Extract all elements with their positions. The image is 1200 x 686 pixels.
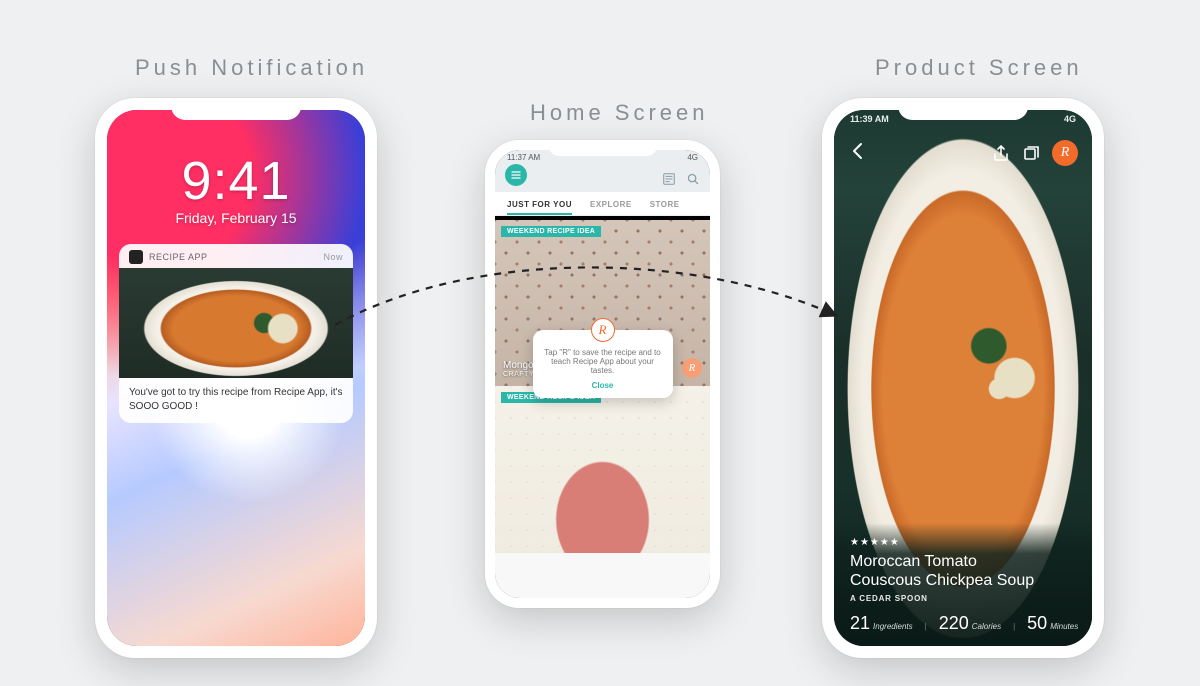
heading-product-screen: Product Screen [875, 55, 1083, 81]
tab-explore[interactable]: EXPLORE [590, 200, 632, 209]
status-time: 11:37 AM [507, 153, 540, 162]
back-arrow-icon[interactable] [848, 141, 868, 161]
meta-minutes-n: 50 [1027, 613, 1047, 633]
app-icon [129, 250, 143, 264]
recipe-tag-1: WEEKEND RECIPE IDEA [501, 226, 601, 237]
dim-overlay [495, 220, 710, 598]
menu-button[interactable] [505, 164, 527, 186]
product-author: A CEDAR SPOON [850, 594, 1076, 603]
status-network: 4G [1064, 114, 1076, 124]
heading-home-screen: Home Screen [530, 100, 709, 126]
phone-push-notification: 9:41 Friday, February 15 RECIPE APP Now … [95, 98, 377, 658]
notification-time: Now [323, 252, 343, 262]
onboarding-tooltip: R Tap "R" to save the recipe and to teac… [533, 330, 673, 398]
home-tabs: JUST FOR YOU EXPLORE STORE [495, 192, 710, 216]
notification-image [119, 268, 353, 378]
tooltip-text: Tap "R" to save the recipe and to teach … [543, 348, 663, 375]
push-notification-card[interactable]: RECIPE APP Now You've got to try this re… [119, 244, 353, 423]
tab-store[interactable]: STORE [650, 200, 680, 209]
product-title-line2: Couscous Chickpea Soup [850, 572, 1034, 589]
share-icon[interactable] [992, 144, 1010, 162]
tooltip-close[interactable]: Close [543, 381, 663, 390]
meta-minutes-l: Minutes [1050, 622, 1078, 631]
meta-calories-l: Calories [972, 622, 1001, 631]
phone-product-screen: 11:39 AM 4G R ★★★★★ Moroccan Tomato Cous… [822, 98, 1104, 658]
list-icon[interactable] [662, 172, 676, 186]
meta-ingredients-l: Ingredients [873, 622, 913, 631]
notch [898, 98, 1028, 120]
meta-calories-n: 220 [939, 613, 969, 633]
lockscreen-clock: 9:41 Friday, February 15 [107, 110, 365, 226]
lockscreen-time: 9:41 [107, 150, 365, 212]
status-network: 4G [687, 153, 698, 162]
hamburger-icon [511, 170, 521, 180]
notch [171, 98, 301, 120]
tab-just-for-you[interactable]: JUST FOR YOU [507, 200, 572, 215]
collections-icon[interactable] [1022, 144, 1040, 162]
notch [548, 140, 656, 156]
product-title-line1: Moroccan Tomato [850, 553, 977, 570]
product-info-panel: ★★★★★ Moroccan Tomato Couscous Chickpea … [834, 523, 1092, 646]
phone-home-screen: 11:37 AM 4G JUST FOR YOU EXPLORE STORE [485, 140, 720, 608]
status-time: 11:39 AM [850, 114, 889, 124]
notification-body: You've got to try this recipe from Recip… [119, 378, 353, 423]
search-icon[interactable] [686, 172, 700, 186]
heading-push-notification: Push Notification [135, 55, 368, 81]
meta-ingredients-n: 21 [850, 613, 870, 633]
lockscreen-date: Friday, February 15 [107, 210, 365, 226]
rating-stars: ★★★★★ [850, 537, 1076, 548]
notification-app-name: RECIPE APP [149, 252, 208, 262]
save-recipe-button[interactable]: R [1052, 140, 1078, 166]
tooltip-r-icon: R [591, 318, 615, 342]
